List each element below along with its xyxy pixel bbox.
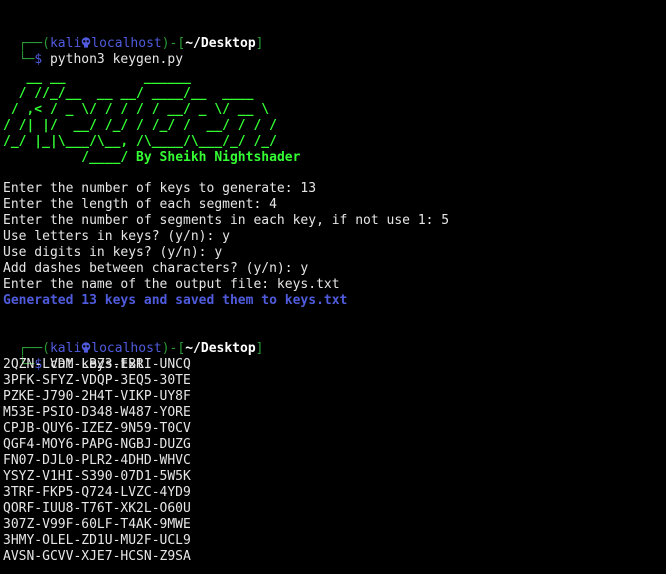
banner-line-3: / ,< / _ \/ / / / / __/ _ \/ __ \	[3, 102, 270, 117]
prompt-frame-end: ]	[255, 36, 264, 51]
key-line: PZKE-J790-2H4T-VIKP-UY8F	[3, 389, 191, 404]
prompt-frame-bottom: └─	[18, 52, 35, 67]
key-line: 3HMY-OLEL-ZD1U-MU2F-UCL9	[3, 533, 191, 548]
key-line: QGF4-MOY6-PAPG-NGBJ-DUZG	[3, 437, 191, 452]
prompt-line-2: ┌──(kali localhost)-[~/Desktop]	[3, 325, 264, 356]
banner-line-5: /_/ |_|\___/\__, /\____/\___/_/ /_/	[3, 134, 277, 149]
key-line: AVSN-GCVV-XJE7-HCSN-Z9SA	[3, 549, 191, 564]
prompt-path: ~/Desktop	[185, 36, 256, 51]
key-line: 2QZN-LVDM-LBZ3-EBRI-UNCQ	[3, 357, 191, 372]
key-line: YSYZ-V1HI-S390-07D1-5W5K	[3, 469, 191, 484]
key-line: 307Z-V99F-60LF-T4AK-9MWE	[3, 517, 191, 532]
banner-credit-line: /____/ By Sheikh Nightshader	[3, 150, 300, 166]
prompt-frame-end: ]	[255, 341, 264, 356]
session-line-5: Use digits in keys? (y/n): y	[3, 245, 223, 260]
prompt-dollar: $	[34, 52, 50, 67]
banner-line-4: / /| |/ __/ /_/ / /_/ / __/ / / /	[3, 118, 277, 133]
session-line-6: Add dashes between characters? (y/n): y	[3, 261, 309, 276]
prompt-path: ~/Desktop	[185, 341, 256, 356]
banner-credit: By Sheikh Nightshader	[128, 150, 301, 165]
session-line-4: Use letters in keys? (y/n): y	[3, 229, 230, 244]
command-text: python3 keygen.py	[49, 52, 184, 67]
prompt-frame-mid: )-[	[161, 341, 186, 356]
key-line: 3TRF-FKP5-Q724-LVZC-4YD9	[3, 485, 191, 500]
prompt-line-1: ┌──(kali localhost)-[~/Desktop]	[3, 20, 264, 51]
session-line-2: Enter the length of each segment: 4	[3, 197, 277, 212]
key-line: CPJB-QUY6-IZEZ-9N59-T0CV	[3, 421, 191, 436]
command-line-2: └─$ cat keys.txt	[3, 341, 144, 372]
key-line: QORF-IUU8-T76T-XK2L-O60U	[3, 501, 191, 516]
key-line: M53E-PSIO-D348-W487-YORE	[3, 405, 191, 420]
key-line: 3PFK-SFYZ-VDQP-3EQ5-30TE	[3, 373, 191, 388]
banner-line-1: __ __ ______	[3, 70, 191, 85]
banner-line-2: / //_/__ __ __/ ____/__ ____	[3, 86, 254, 101]
session-line-1: Enter the number of keys to generate: 13	[3, 181, 317, 196]
command-line-1: └─$ python3 keygen.py	[3, 36, 183, 67]
session-line-7: Enter the name of the output file: keys.…	[3, 277, 340, 292]
key-line: FN07-DJL0-PLR2-4DHD-WHVC	[3, 453, 191, 468]
banner-credit-prefix: /____/	[3, 150, 129, 165]
result-line: Generated 13 keys and saved them to keys…	[3, 293, 348, 308]
session-line-3: Enter the number of segments in each key…	[3, 213, 450, 228]
